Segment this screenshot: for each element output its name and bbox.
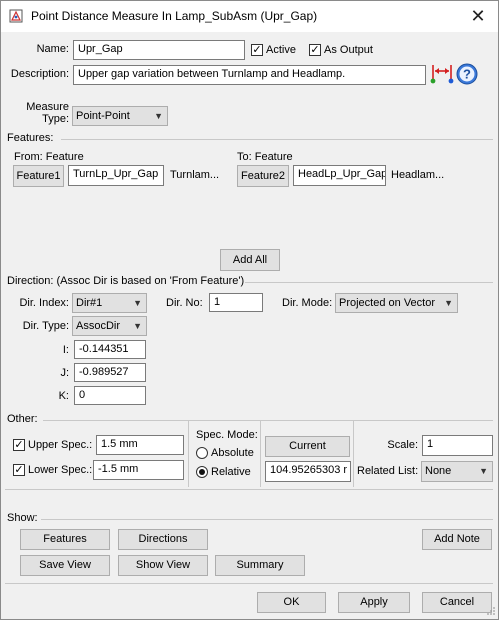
absolute-label: Absolute (211, 447, 254, 459)
feature1-button[interactable]: Feature1 (13, 165, 64, 187)
upper-spec-checkbox[interactable]: ✓ (13, 439, 25, 451)
measure-type-value: Point-Point (76, 110, 130, 122)
upper-spec-label: Upper Spec.: (28, 439, 93, 451)
name-label: Name: (36, 43, 69, 55)
chevron-down-icon: ▼ (154, 111, 163, 121)
other-vsep-3 (353, 421, 354, 487)
chevron-down-icon: ▼ (479, 466, 488, 476)
dir-type-label: Dir. Type: (22, 320, 69, 332)
other-divider (43, 420, 493, 421)
save-view-button[interactable]: Save View (20, 555, 110, 576)
show-top-divider (5, 489, 493, 490)
from-feature-input[interactable]: TurnLp_Upr_Gap (68, 165, 164, 186)
title-bar: Point Distance Measure In Lamp_SubAsm (U… (1, 1, 498, 32)
dir-type-select[interactable]: AssocDir ▼ (72, 316, 147, 336)
other-section-label: Other: (7, 413, 38, 425)
measure-type-select[interactable]: Point-Point ▼ (72, 106, 168, 126)
to-feature-label: To: Feature (237, 151, 293, 163)
as-output-checkbox[interactable]: ✓ (309, 44, 321, 56)
j-input[interactable]: -0.989527 (74, 363, 146, 382)
j-label: J: (60, 367, 69, 379)
show-section-label: Show: (7, 512, 38, 524)
dir-no-input[interactable]: 1 (209, 293, 263, 312)
chevron-down-icon: ▼ (133, 298, 142, 308)
current-button[interactable]: Current (265, 436, 350, 457)
spec-mode-label: Spec. Mode: (196, 429, 258, 441)
other-vsep-2 (260, 421, 261, 487)
ok-button[interactable]: OK (257, 592, 326, 613)
dir-mode-select[interactable]: Projected on Vector ▼ (335, 293, 458, 313)
add-note-button[interactable]: Add Note (422, 529, 492, 550)
i-input[interactable]: -0.144351 (74, 340, 146, 359)
measure-distance-icon[interactable] (430, 63, 454, 85)
feature2-button[interactable]: Feature2 (237, 165, 289, 187)
absolute-radio[interactable] (196, 447, 208, 459)
show-view-button[interactable]: Show View (118, 555, 208, 576)
dir-index-label: Dir. Index: (19, 297, 69, 309)
relative-radio[interactable] (196, 466, 208, 478)
measure-type-label-line2: Type: (42, 113, 69, 125)
other-vsep-1 (188, 421, 189, 487)
upper-spec-input[interactable]: 1.5 mm (96, 435, 184, 455)
k-label: K: (58, 390, 69, 402)
svg-text:?: ? (463, 67, 471, 82)
scale-input[interactable]: 1 (422, 435, 493, 456)
to-feature-extra: Headlam... (391, 169, 445, 181)
dir-index-select[interactable]: Dir#1 ▼ (72, 293, 147, 313)
lower-spec-checkbox[interactable]: ✓ (13, 464, 25, 476)
window-title: Point Distance Measure In Lamp_SubAsm (U… (31, 9, 318, 23)
help-icon[interactable]: ? (456, 63, 478, 85)
close-icon[interactable]: ✕ (464, 5, 492, 27)
chevron-down-icon: ▼ (444, 298, 453, 308)
i-label: I: (62, 344, 69, 356)
active-label: Active (266, 44, 296, 56)
related-list-value: None (425, 465, 452, 477)
footer-divider (5, 583, 493, 584)
to-feature-input[interactable]: HeadLp_Upr_Gap (293, 165, 386, 186)
scale-label: Scale: (387, 439, 418, 451)
as-output-label: As Output (324, 44, 373, 56)
from-feature-label: From: Feature (14, 151, 84, 163)
from-feature-extra: Turnlam... (170, 169, 220, 181)
measure-type-label: Measure Type: (5, 101, 69, 125)
features-divider (61, 139, 493, 140)
dir-no-label: Dir. No: (166, 297, 203, 309)
active-checkbox[interactable]: ✓ (251, 44, 263, 56)
current-value-field: 104.95265303 r (265, 461, 351, 482)
cancel-button[interactable]: Cancel (422, 592, 492, 613)
relative-label: Relative (211, 466, 251, 478)
dialog-window: Point Distance Measure In Lamp_SubAsm (U… (0, 0, 499, 620)
dir-type-value: AssocDir (76, 320, 121, 332)
show-divider (41, 519, 493, 520)
dir-mode-value: Projected on Vector (339, 297, 436, 309)
summary-button[interactable]: Summary (215, 555, 305, 576)
app-icon (9, 9, 23, 23)
add-all-button[interactable]: Add All (220, 249, 280, 271)
show-features-button[interactable]: Features (20, 529, 110, 550)
related-list-label: Related List: (357, 465, 419, 477)
dir-index-value: Dir#1 (76, 297, 103, 309)
measure-type-label-line1: Measure (26, 101, 69, 113)
direction-section-label: Direction: (Assoc Dir is based on 'From … (7, 275, 245, 287)
chevron-down-icon: ▼ (133, 321, 142, 331)
apply-button[interactable]: Apply (338, 592, 410, 613)
related-list-select[interactable]: None ▼ (421, 461, 493, 482)
show-directions-button[interactable]: Directions (118, 529, 208, 550)
dir-mode-label: Dir. Mode: (282, 297, 333, 309)
lower-spec-input[interactable]: -1.5 mm (93, 460, 184, 480)
features-section-label: Features: (7, 132, 54, 144)
resize-grip-icon[interactable] (486, 606, 496, 616)
k-input[interactable]: 0 (74, 386, 146, 405)
description-label: Description: (10, 68, 69, 80)
description-input[interactable]: Upper gap variation between Turnlamp and… (73, 65, 426, 85)
lower-spec-label: Lower Spec.: (28, 464, 93, 476)
direction-divider (245, 282, 493, 283)
name-input[interactable]: Upr_Gap (73, 40, 245, 60)
